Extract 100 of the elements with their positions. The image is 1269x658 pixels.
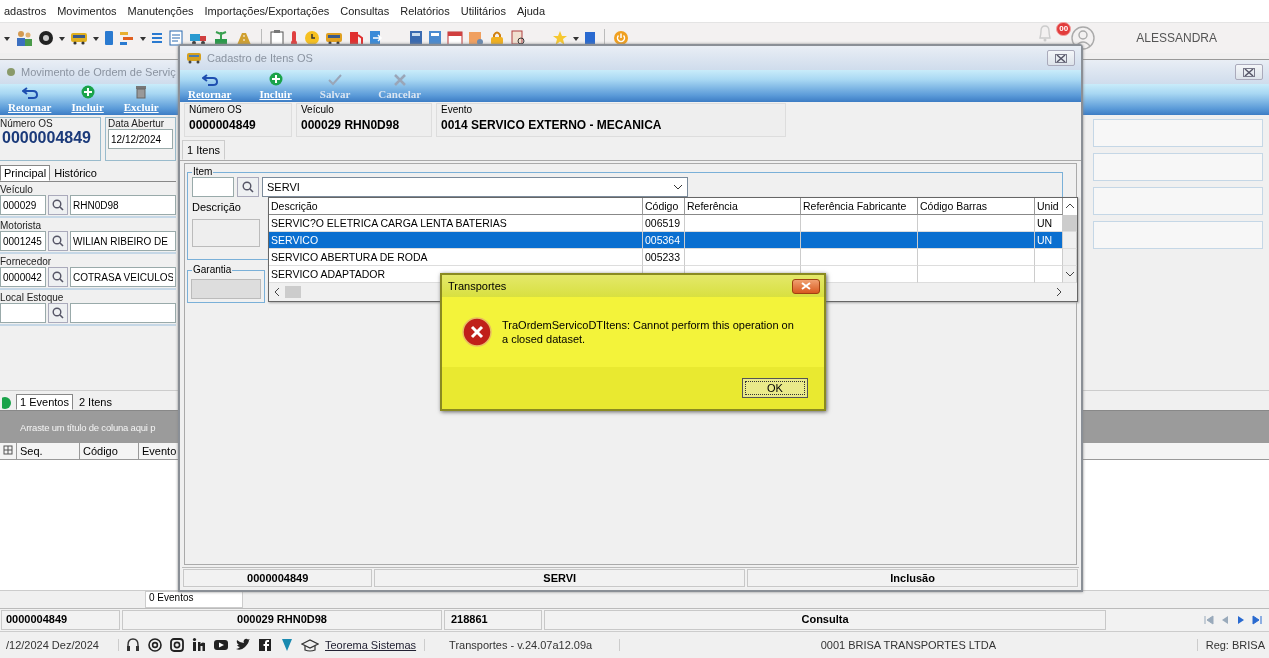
website-link[interactable]: Teorema Sistemas: [325, 639, 417, 651]
play-icon[interactable]: [213, 637, 229, 653]
status-cell: 000029 RHN0D98: [122, 610, 442, 630]
date-period: /12/2024 Dez/2024: [0, 639, 119, 651]
tab[interactable]: 2 Itens: [74, 394, 116, 410]
menu-item[interactable]: Movimentos: [57, 5, 117, 17]
report-icon[interactable]: [510, 30, 526, 46]
menu-item[interactable]: Manutenções: [127, 5, 194, 17]
search-icon: [52, 307, 64, 319]
name-field[interactable]: RHN0D98: [70, 195, 176, 215]
graduation-cap-icon[interactable]: [301, 637, 319, 653]
menu-item[interactable]: adastros: [4, 5, 47, 17]
column-header[interactable]: Código Barras: [918, 198, 1035, 215]
status-cell: 0000004849: [183, 569, 373, 587]
search-button[interactable]: [48, 231, 68, 251]
tab[interactable]: 1 Eventos: [16, 394, 73, 410]
field-label: Descrição: [192, 201, 242, 213]
field-label: Número OS: [189, 104, 243, 115]
list-row[interactable]: SERVICO ABERTURA DE RODA 005233: [269, 249, 1077, 266]
power-icon[interactable]: [613, 30, 629, 46]
column-header[interactable]: Seq.: [17, 443, 80, 459]
ok-button[interactable]: OK: [742, 378, 808, 398]
code-field[interactable]: 0001245: [0, 231, 46, 251]
menu-item[interactable]: Importações/Exportações: [204, 5, 330, 17]
padlock-icon[interactable]: [489, 30, 505, 46]
field-value: 0014 SERVICO EXTERNO - MECANICA: [441, 118, 663, 132]
code-field[interactable]: [192, 177, 234, 197]
lines-icon[interactable]: [151, 32, 163, 44]
search-button[interactable]: [48, 195, 68, 215]
window-title: Cadastro de Itens OS: [207, 52, 314, 64]
status-cell: 0000004849: [1, 610, 120, 630]
bus-icon[interactable]: [70, 31, 88, 45]
menu-item[interactable]: Ajuda: [516, 5, 546, 17]
tire-icon[interactable]: [38, 30, 54, 46]
headset-icon[interactable]: [125, 637, 141, 653]
camera-icon[interactable]: [169, 637, 185, 653]
clock-icon[interactable]: [304, 30, 320, 46]
document-icon[interactable]: [168, 30, 184, 46]
description-field: [192, 219, 260, 247]
menu-item[interactable]: Consultas: [340, 5, 390, 17]
group-title: Item: [192, 166, 214, 177]
close-button[interactable]: [1047, 50, 1075, 66]
search-button[interactable]: [48, 267, 68, 287]
field-label: Veículo: [301, 104, 335, 115]
column-header[interactable]: Código: [80, 443, 139, 459]
search-button[interactable]: [237, 177, 259, 197]
people-icon[interactable]: [15, 29, 33, 47]
name-field[interactable]: COTRASA VEICULOS: [70, 267, 176, 287]
menu-item[interactable]: Relatórios: [400, 5, 450, 17]
close-button[interactable]: [1235, 64, 1263, 80]
column-header[interactable]: Código: [643, 198, 685, 215]
name-field[interactable]: [70, 303, 176, 323]
field-label: Data Abertur: [108, 118, 166, 129]
version-label: Transportes - v.24.07a12.09a: [424, 639, 621, 651]
trash-icon: [135, 85, 148, 99]
field-value: 0000004849: [189, 118, 257, 132]
code-field[interactable]: [0, 303, 46, 323]
error-icon: [462, 317, 492, 347]
scroll-left-icon[interactable]: [273, 287, 281, 297]
error-message: TraOrdemServicoDTItens: Cannot perform this operation on a closed dataset.: [502, 318, 795, 346]
column-header[interactable]: Referência: [685, 198, 801, 215]
code-field[interactable]: 000029: [0, 195, 46, 215]
fuel-pump-icon[interactable]: [348, 30, 364, 46]
bird-icon[interactable]: [235, 637, 251, 653]
code-field[interactable]: 0000042: [0, 267, 46, 287]
check-icon: [328, 74, 343, 86]
user-avatar-icon[interactable]: [1071, 26, 1096, 50]
column-header[interactable]: Unid: [1035, 198, 1063, 215]
user-name: ALESSANDRA: [1136, 31, 1217, 45]
list-row[interactable]: SERVICO 005364 UN: [269, 232, 1077, 249]
calculator-icon[interactable]: [428, 30, 442, 46]
last-icon[interactable]: [1251, 614, 1263, 626]
column-header[interactable]: Referência Fabricante: [801, 198, 918, 215]
square-icon[interactable]: [257, 637, 273, 653]
calculator-icon[interactable]: [409, 30, 423, 46]
status-cell: Inclusão: [747, 569, 1078, 587]
field-label: Fornecedor: [0, 256, 53, 267]
scroll-right-icon[interactable]: [1055, 287, 1063, 297]
search-icon: [52, 199, 64, 211]
field-label: Evento: [441, 104, 474, 115]
undo-arrow-icon: [201, 74, 218, 86]
close-button[interactable]: [792, 278, 820, 294]
field-label: Número OS: [0, 118, 54, 129]
tab[interactable]: Principal: [0, 165, 51, 181]
search-button[interactable]: [48, 303, 68, 323]
group-hint: Arraste um título de coluna aqui p: [20, 421, 156, 433]
star-icon[interactable]: [552, 30, 568, 46]
bus-icon[interactable]: [325, 31, 343, 45]
group-title: Garantia: [192, 264, 233, 275]
close-icon: [801, 282, 811, 290]
tab[interactable]: Histórico: [50, 165, 101, 181]
tab[interactable]: 1 Itens: [182, 140, 226, 160]
column-header[interactable]: Descrição: [269, 198, 643, 215]
list-icon[interactable]: [119, 30, 135, 46]
name-field[interactable]: WILIAN RIBEIRO DE: [70, 231, 176, 251]
company-name: 0001 BRISA TRANSPORTES LTDA: [819, 639, 998, 651]
menu-item[interactable]: Utilitários: [460, 5, 506, 17]
date-field[interactable]: 12/12/2024: [108, 129, 173, 149]
search-icon: [52, 271, 64, 283]
item-combo-box[interactable]: SERVI: [262, 177, 688, 197]
